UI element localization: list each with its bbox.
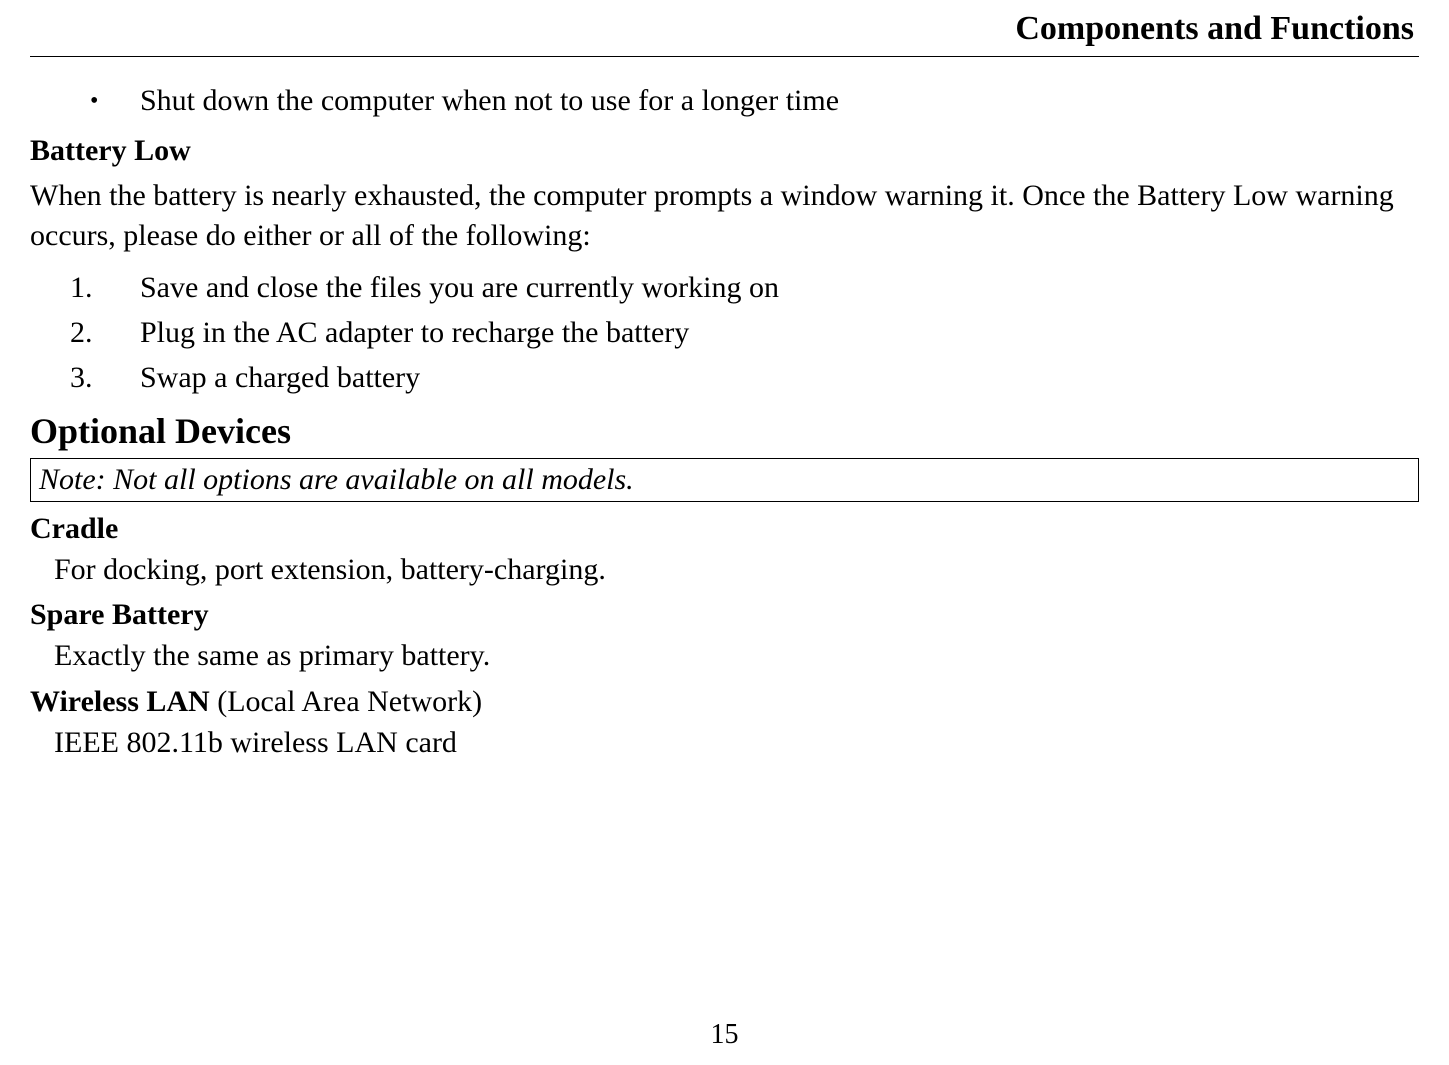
wireless-lan-heading-text: Wireless LAN	[30, 685, 210, 718]
wireless-lan-body: IEEE 802.11b wireless LAN card	[30, 723, 1419, 764]
spare-battery-body: Exactly the same as primary battery.	[30, 636, 1419, 677]
page-header-title: Components and Functions	[30, 10, 1419, 48]
wireless-lan-heading: Wireless LAN (Local Area Network)	[30, 685, 1419, 719]
cradle-body: For docking, port extension, battery-cha…	[30, 550, 1419, 591]
note-text: Note: Not all options are available on a…	[39, 463, 634, 496]
header-divider	[30, 56, 1419, 57]
step-item: Save and close the files you are current…	[60, 265, 1419, 310]
spare-battery-heading: Spare Battery	[30, 598, 1419, 632]
page-number: 15	[0, 1019, 1449, 1051]
step-item: Plug in the AC adapter to recharge the b…	[60, 310, 1419, 355]
cradle-heading: Cradle	[30, 512, 1419, 546]
step-item: Swap a charged battery	[60, 355, 1419, 400]
battery-low-paragraph: When the battery is nearly exhausted, th…	[30, 176, 1419, 257]
optional-devices-heading: Optional Devices	[30, 410, 1419, 452]
bullet-item: Shut down the computer when not to use f…	[90, 81, 1419, 122]
note-box: Note: Not all options are available on a…	[30, 458, 1419, 502]
wireless-lan-paren: (Local Area Network)	[210, 685, 482, 718]
battery-low-heading: Battery Low	[30, 134, 1419, 168]
bullet-list: Shut down the computer when not to use f…	[30, 81, 1419, 122]
battery-low-steps: Save and close the files you are current…	[30, 265, 1419, 400]
